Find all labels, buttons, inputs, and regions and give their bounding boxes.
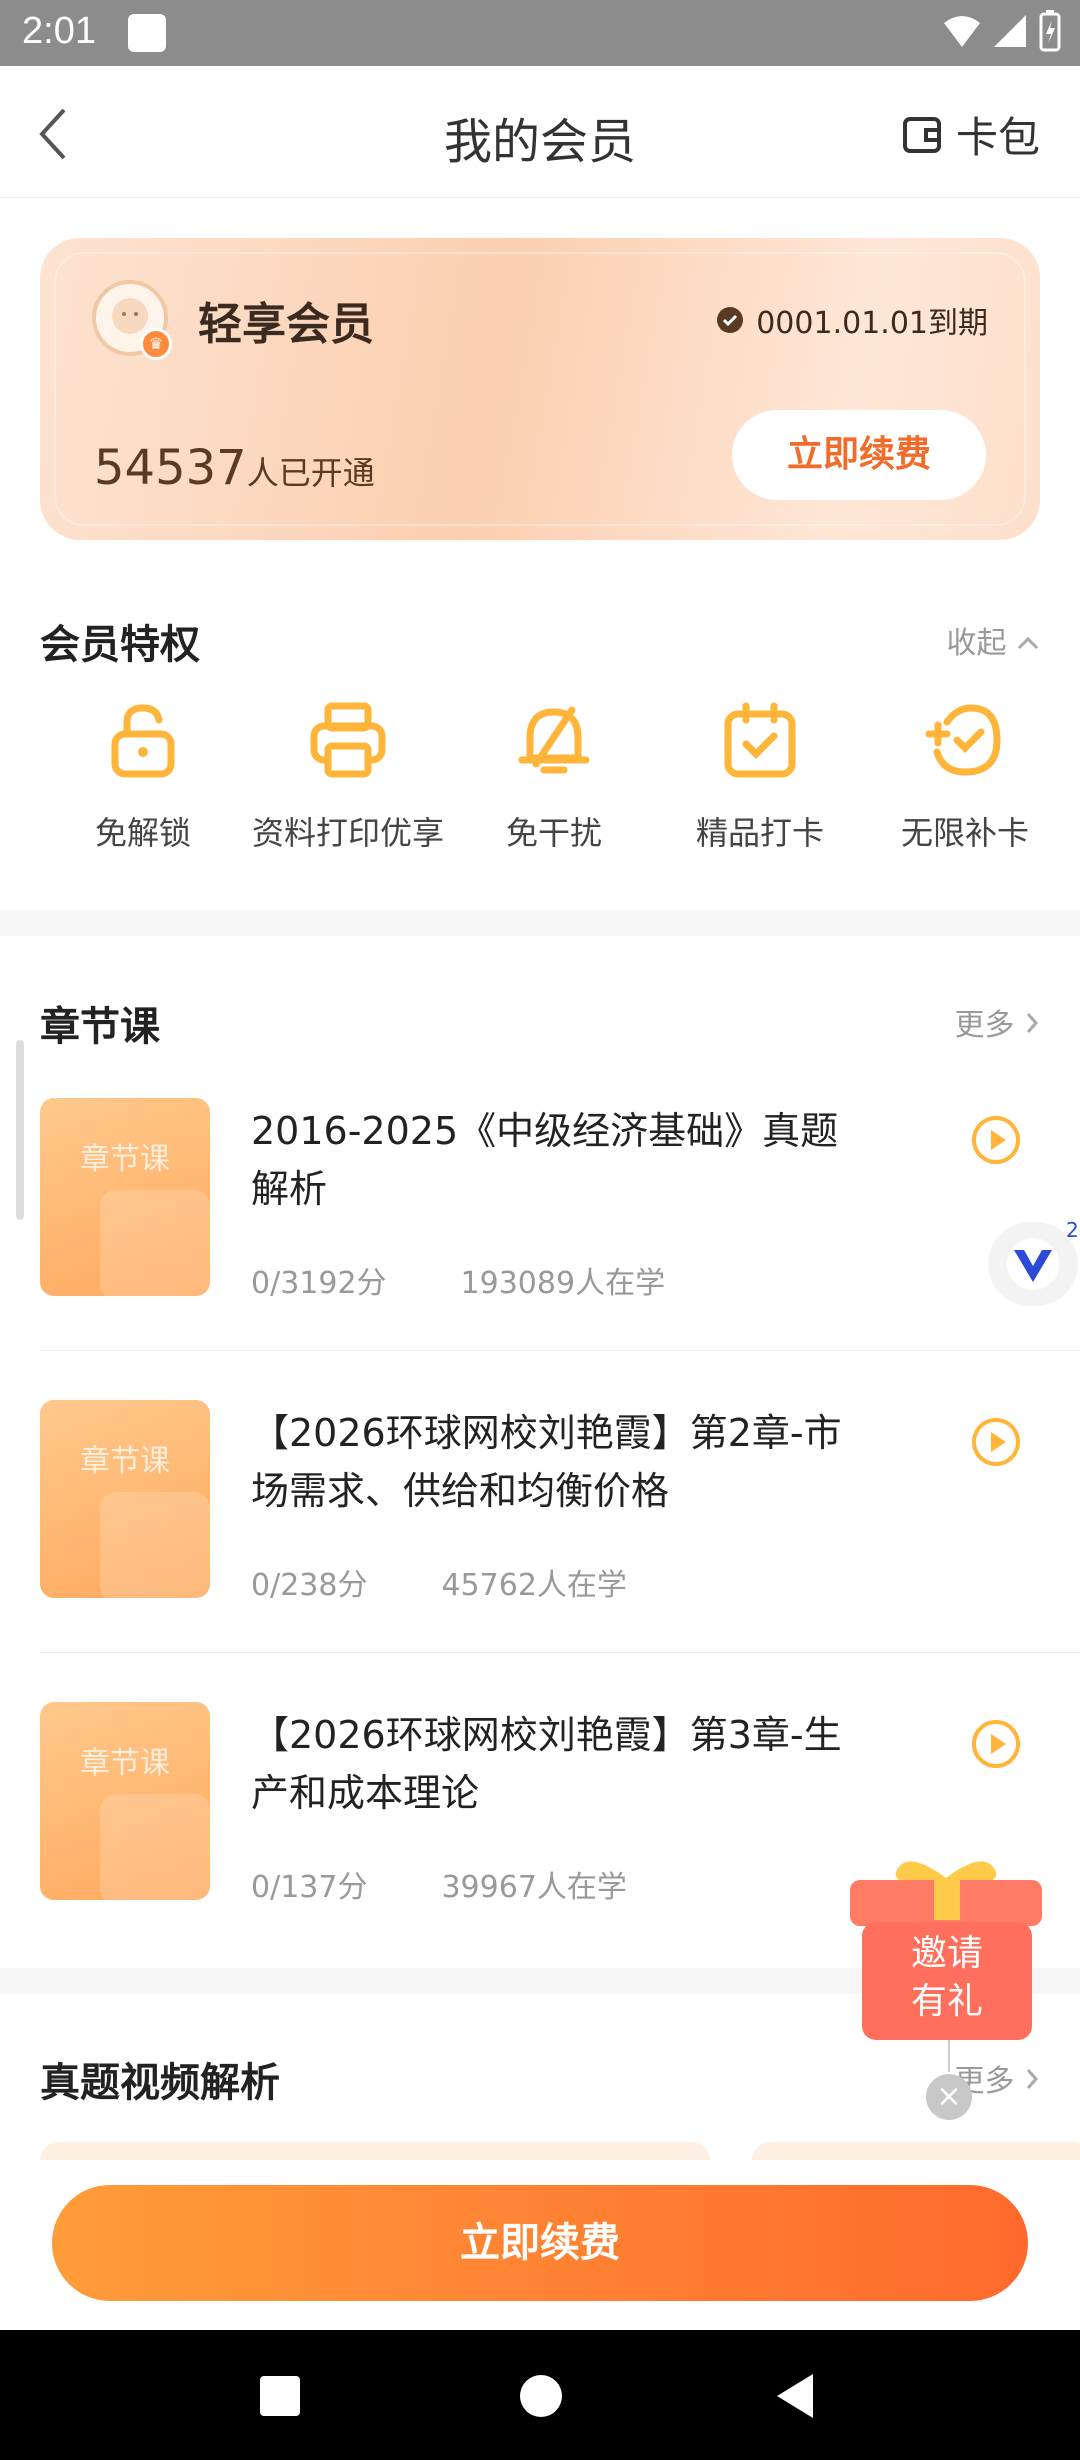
- play-circle-icon[interactable]: [970, 1718, 1022, 1770]
- membership-name: 轻享会员: [198, 299, 374, 350]
- home-icon[interactable]: [520, 2375, 562, 2417]
- privilege-makeup[interactable]: 无限补卡: [865, 700, 1065, 854]
- crown-badge-icon: ♛: [140, 328, 172, 360]
- thumbnail-label: 章节课: [80, 1746, 170, 1781]
- calendar-check-icon: [724, 702, 796, 778]
- privilege-print[interactable]: 资料打印优享: [248, 700, 448, 854]
- plus-check-icon: [925, 704, 1001, 776]
- member-count: 54537人已开通: [94, 440, 375, 496]
- course-item[interactable]: 章节课 2016-2025《中级经济基础》真题解析 0/3192分 193089人…: [0, 1098, 1080, 1398]
- course-learners: 39967人在学: [441, 1870, 627, 1905]
- play-circle-icon[interactable]: [970, 1114, 1022, 1166]
- gift-text-line2: 有礼: [910, 1981, 983, 2022]
- course-title: 【2026环球网校刘艳霞】第2章-市场需求、供给和均衡价格: [251, 1411, 842, 1513]
- back-nav-icon[interactable]: [775, 2372, 815, 2420]
- thumbnail-play-icon: [100, 1492, 210, 1598]
- invite-gift-button[interactable]: 邀请 有礼: [846, 1842, 1046, 2042]
- chevron-right-icon: [1026, 2069, 1039, 2089]
- top-nav-bar: 我的会员 卡包: [0, 66, 1080, 198]
- course-score: 0/238分: [251, 1568, 368, 1603]
- privilege-label: 资料打印优享: [251, 814, 444, 852]
- privileges-title: 会员特权: [40, 622, 200, 668]
- recents-icon[interactable]: [260, 2376, 300, 2416]
- course-thumbnail: 章节课: [40, 1098, 210, 1296]
- member-count-number: 54537: [94, 440, 247, 496]
- printer-icon: [310, 702, 386, 778]
- v-badge-count: 2: [1066, 1218, 1079, 1242]
- gift-text: 邀请 有礼: [862, 1930, 1032, 2026]
- course-title: 【2026环球网校刘艳霞】第3章-生产和成本理论: [251, 1713, 842, 1815]
- privilege-no-disturb[interactable]: 免干扰: [454, 700, 654, 854]
- thumbnail-play-icon: [100, 1794, 210, 1900]
- membership-card: ♛ 轻享会员 0001.01.01到期 54537人已开通 立即续费: [40, 238, 1040, 540]
- wallet-button[interactable]: 卡包: [902, 104, 1040, 165]
- course-learners: 45762人在学: [441, 1568, 627, 1603]
- chapter-courses-title: 章节课: [40, 1004, 160, 1050]
- bottom-renew-button[interactable]: 立即续费: [52, 2185, 1028, 2301]
- wallet-label: 卡包: [955, 113, 1040, 162]
- section-divider: [0, 910, 1080, 936]
- card-renew-button[interactable]: 立即续费: [732, 410, 986, 500]
- expire-text: 0001.01.01到期: [756, 306, 988, 341]
- privilege-checkin[interactable]: 精品打卡: [660, 700, 860, 854]
- thumbnail-label: 章节课: [80, 1142, 170, 1177]
- privilege-label: 无限补卡: [900, 814, 1029, 852]
- collapse-button[interactable]: 收起: [946, 618, 1040, 662]
- no-disturb-icon: [518, 706, 590, 774]
- signal-icon: [994, 15, 1026, 47]
- chapter-more-link[interactable]: 更多: [954, 1000, 1040, 1044]
- row-separator: [40, 1652, 1080, 1653]
- course-thumbnail: 章节课: [40, 1400, 210, 1598]
- course-score: 0/137分: [251, 1870, 368, 1905]
- course-title: 2016-2025《中级经济基础》真题解析: [251, 1109, 839, 1211]
- thumbnail-play-icon: [100, 1190, 210, 1296]
- course-meta: 0/137分 39967人在学: [251, 1862, 627, 1906]
- gift-close-icon[interactable]: ×: [926, 2074, 972, 2120]
- course-thumbnail: 章节课: [40, 1702, 210, 1900]
- gift-close-line: [948, 2040, 950, 2072]
- collapse-label: 收起: [946, 626, 1007, 661]
- video-analysis-title: 真题视频解析: [40, 2060, 280, 2106]
- privilege-label: 免干扰: [505, 814, 602, 852]
- privilege-label: 精品打卡: [695, 814, 824, 852]
- chevron-right-icon: [1026, 1013, 1039, 1033]
- more-label: 更多: [954, 1008, 1015, 1043]
- course-learners: 193089人在学: [460, 1266, 666, 1301]
- privilege-label: 免解锁: [94, 814, 191, 852]
- member-count-suffix: 人已开通: [246, 454, 375, 492]
- unlock-icon: [111, 704, 175, 778]
- status-bar: 2:01: [0, 0, 1080, 66]
- expire-info: 0001.01.01到期: [716, 298, 988, 342]
- privilege-unlock[interactable]: 免解锁: [43, 700, 243, 854]
- battery-icon: [1039, 10, 1061, 52]
- course-meta: 0/238分 45762人在学: [251, 1560, 627, 1604]
- row-separator: [40, 1350, 1080, 1351]
- bottom-action-bar: 立即续费: [0, 2160, 1080, 2330]
- thumbnail-label: 章节课: [80, 1444, 170, 1479]
- v-logo-icon: [1007, 1238, 1059, 1290]
- notification-icon: [128, 14, 166, 52]
- wallet-icon: [902, 116, 941, 153]
- video-card[interactable]: [752, 2142, 1080, 2162]
- status-icons: [942, 10, 1062, 52]
- chevron-up-icon: [1017, 636, 1039, 650]
- wifi-icon: [944, 16, 980, 47]
- status-time: 2:01: [22, 10, 96, 52]
- system-nav-bar: [0, 2330, 1080, 2460]
- floating-v-button[interactable]: 2: [988, 1218, 1079, 1306]
- check-circle-icon: [717, 307, 744, 333]
- gift-text-line1: 邀请: [910, 1933, 983, 1974]
- avatar: ♛: [92, 280, 172, 360]
- course-score: 0/3192分: [251, 1266, 387, 1301]
- course-meta: 0/3192分 193089人在学: [251, 1258, 665, 1302]
- play-circle-icon[interactable]: [970, 1416, 1022, 1468]
- course-item[interactable]: 章节课 【2026环球网校刘艳霞】第2章-市场需求、供给和均衡价格 0/238分…: [0, 1400, 1080, 1700]
- video-card[interactable]: [40, 2142, 710, 2162]
